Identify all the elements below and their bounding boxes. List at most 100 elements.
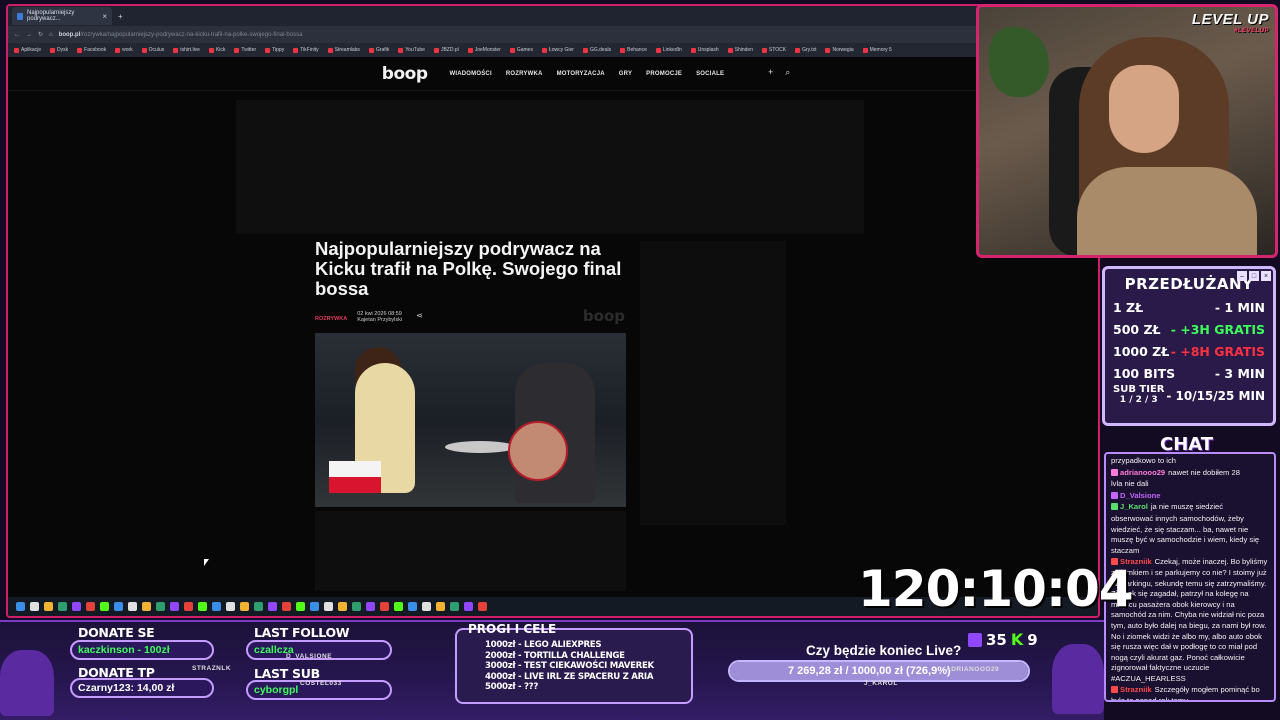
reload-icon[interactable]: ↻ xyxy=(38,31,43,38)
taskbar-app-icon[interactable] xyxy=(352,602,361,611)
back-icon[interactable]: ← xyxy=(14,32,20,38)
chat-text: ja nie muszę siedzieć xyxy=(1150,502,1224,512)
taskbar-app-icon[interactable] xyxy=(380,602,389,611)
nav-rozrywka[interactable]: ROZRYWKA xyxy=(506,71,543,77)
twitch-viewers: 35 xyxy=(986,630,1007,649)
bookmark-item[interactable]: TikFinity xyxy=(293,47,319,53)
nav-wiadomosci[interactable]: WIADOMOŚCI xyxy=(450,71,492,77)
bookmark-item[interactable]: STOCK xyxy=(761,47,786,53)
taskbar-app-icon[interactable] xyxy=(128,602,137,611)
browser-tab[interactable]: Najpopularniejszy podrywacz... × xyxy=(12,7,112,25)
taskbar-app-icon[interactable] xyxy=(450,602,459,611)
bookmark-favicon-icon xyxy=(467,47,473,53)
taskbar-app-icon[interactable] xyxy=(72,602,81,611)
taskbar-app-icon[interactable] xyxy=(422,602,431,611)
bookmark-item[interactable]: JoeMonster xyxy=(467,47,501,53)
taskbar-app-icon[interactable] xyxy=(366,602,375,611)
taskbar-app-icon[interactable] xyxy=(296,602,305,611)
chat-message: obserwować innych samochodów, żeby wiedz… xyxy=(1111,514,1269,556)
taskbar-app-icon[interactable] xyxy=(282,602,291,611)
tab-close-icon[interactable]: × xyxy=(102,12,107,21)
taskbar-app-icon[interactable] xyxy=(212,602,221,611)
taskbar-app-icon[interactable] xyxy=(464,602,473,611)
bookmark-favicon-icon xyxy=(582,47,588,53)
home-icon[interactable]: ⌂ xyxy=(49,32,53,38)
bookmark-item[interactable]: Gry.txt xyxy=(795,47,816,53)
taskbar-app-icon[interactable] xyxy=(226,602,235,611)
bookmark-item[interactable]: YouTube xyxy=(398,47,425,53)
bookmark-item[interactable]: Twitter xyxy=(234,47,256,53)
subathon-row: 100 BITS - 3 MIN xyxy=(1113,363,1265,385)
taskbar-app-icon[interactable] xyxy=(478,602,487,611)
bookmark-item[interactable]: Łowcy Gier xyxy=(541,47,574,53)
bookmark-favicon-icon xyxy=(690,47,696,53)
nav-sociale[interactable]: SOCIALE xyxy=(696,71,724,77)
taskbar-app-icon[interactable] xyxy=(408,602,417,611)
bookmark-label: Streamlabs xyxy=(334,47,360,53)
taskbar-app-icon[interactable] xyxy=(324,602,333,611)
url-field[interactable]: boop.pl/rozrywka/najpopularniejszy-podry… xyxy=(59,32,303,38)
bookmark-item[interactable]: Streamlabs xyxy=(327,47,360,53)
site-logo[interactable]: boop xyxy=(382,64,428,84)
bookmark-item[interactable]: work xyxy=(115,47,133,53)
subathon-row-amount: 500 ZŁ xyxy=(1113,322,1161,337)
taskbar-app-icon[interactable] xyxy=(86,602,95,611)
subathon-row-reward: - 1 MIN xyxy=(1214,300,1265,315)
address-bar[interactable]: ← → ↻ ⌂ boop.pl/rozrywka/najpopularniejs… xyxy=(8,26,1098,43)
bookmark-item[interactable]: tshirt.live xyxy=(173,47,200,53)
bookmark-item[interactable]: GG.deals xyxy=(582,47,611,53)
bookmark-item[interactable]: Kick xyxy=(208,47,225,53)
bookmark-favicon-icon xyxy=(825,47,831,53)
nav-promocje[interactable]: PROMOCJE xyxy=(646,71,682,77)
taskbar-app-icon[interactable] xyxy=(338,602,347,611)
bookmark-item[interactable]: LinkedIn xyxy=(655,47,682,53)
bookmark-label: Aplikacje xyxy=(21,47,42,53)
taskbar-app-icon[interactable] xyxy=(156,602,165,611)
bookmark-item[interactable]: Grafik xyxy=(368,47,389,53)
panel-window-buttons: – □ × xyxy=(1237,271,1271,281)
nav-motoryzacja[interactable]: MOTORYZACJA xyxy=(557,71,605,77)
share-icon[interactable]: ⋖ xyxy=(416,311,423,320)
taskbar-app-icon[interactable] xyxy=(184,602,193,611)
sub-tier-levels: 1 / 2 / 3 xyxy=(1119,395,1158,405)
new-tab-icon[interactable]: + xyxy=(118,12,123,21)
taskbar-app-icon[interactable] xyxy=(394,602,403,611)
taskbar-app-icon[interactable] xyxy=(198,602,207,611)
plus-icon[interactable]: + xyxy=(768,67,773,78)
taskbar-app-icon[interactable] xyxy=(58,602,67,611)
bookmark-item[interactable]: Dysk xyxy=(50,47,68,53)
taskbar-app-icon[interactable] xyxy=(114,602,123,611)
article-category[interactable]: ROZRYWKA xyxy=(315,316,347,322)
taskbar-app-icon[interactable] xyxy=(44,602,53,611)
taskbar-app-icon[interactable] xyxy=(310,602,319,611)
bookmark-item[interactable]: JBZD.pl xyxy=(433,47,459,53)
bookmark-item[interactable]: Oculus xyxy=(141,47,164,53)
bookmark-item[interactable]: Shinden xyxy=(727,47,753,53)
goal-item: 5000zł - ??? xyxy=(485,682,539,692)
taskbar-app-icon[interactable] xyxy=(100,602,109,611)
bookmark-item[interactable]: Games xyxy=(509,47,533,53)
nav-gry[interactable]: GRY xyxy=(619,71,632,77)
taskbar-app-icon[interactable] xyxy=(30,602,39,611)
tag-adrianooo: ADRIANOOO29 xyxy=(946,666,1000,673)
bookmark-item[interactable]: Behance xyxy=(620,47,647,53)
taskbar-app-icon[interactable] xyxy=(142,602,151,611)
bookmark-item[interactable]: Norwegia xyxy=(825,47,854,53)
taskbar-app-icon[interactable] xyxy=(254,602,263,611)
taskbar-app-icon[interactable] xyxy=(240,602,249,611)
bookmark-item[interactable]: Tippy xyxy=(265,47,284,53)
live-end-value: 7 269,28 zł / 1000,00 zł (726,9%) xyxy=(788,665,951,677)
bookmark-item[interactable]: Aplikacje xyxy=(14,47,41,53)
bookmark-item[interactable]: Unsplash xyxy=(690,47,719,53)
ad-banner xyxy=(236,100,864,234)
article-author[interactable]: Kajetan Przybylski xyxy=(357,317,402,323)
taskbar-app-icon[interactable] xyxy=(170,602,179,611)
forward-icon[interactable]: → xyxy=(26,32,32,38)
taskbar-app-icon[interactable] xyxy=(16,602,25,611)
taskbar-app-icon[interactable] xyxy=(436,602,445,611)
taskbar-app-icon[interactable] xyxy=(268,602,277,611)
tag-costel: COSTEL033 xyxy=(300,680,342,687)
search-icon[interactable]: ⌕ xyxy=(785,67,790,78)
bookmark-item[interactable]: Memory 5 xyxy=(862,47,892,53)
bookmark-item[interactable]: Facebook xyxy=(77,47,106,53)
